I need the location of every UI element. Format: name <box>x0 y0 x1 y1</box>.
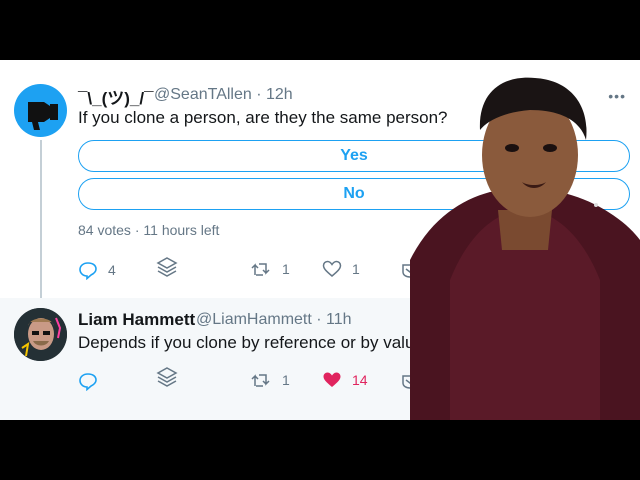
layers-icon <box>156 257 178 277</box>
stack-button[interactable] <box>156 256 178 280</box>
poll-meta: 84 votes · 11 hours left <box>78 222 220 238</box>
author-name[interactable]: Liam Hammett <box>78 310 195 330</box>
tweet-time[interactable]: 11h <box>326 311 352 328</box>
retweet-icon <box>251 263 270 276</box>
retweet-button[interactable]: 1 <box>250 260 290 278</box>
person-overlay <box>410 77 640 420</box>
like-button[interactable]: 1 <box>322 260 360 278</box>
avatar-sean[interactable] <box>14 84 67 137</box>
reply-icon <box>79 373 97 391</box>
retweet-count: 1 <box>282 261 290 277</box>
avatar-liam[interactable] <box>14 308 67 361</box>
like-count: 1 <box>352 261 360 277</box>
reply-count: 4 <box>108 262 116 278</box>
thread-line <box>40 140 42 300</box>
retweet-icon <box>251 374 270 387</box>
heart-filled-icon <box>323 372 341 387</box>
author-handle[interactable]: @SeanTAllen · 12h <box>154 86 293 104</box>
reply-button[interactable]: 4 <box>78 260 116 280</box>
reply-icon <box>79 262 97 280</box>
retweet-button[interactable]: 1 <box>250 371 290 389</box>
heart-icon <box>322 260 342 277</box>
like-button[interactable]: 14 <box>322 371 368 389</box>
layers-icon <box>156 367 178 387</box>
like-count: 14 <box>352 372 368 388</box>
thumb-down-icon <box>28 102 58 130</box>
reply-button[interactable] <box>78 371 98 391</box>
author-name[interactable]: ¯\_(ツ)_/¯ <box>78 84 153 109</box>
author-handle[interactable]: @LiamHammett · 11h <box>196 311 352 329</box>
tweet-time[interactable]: 12h <box>266 86 293 103</box>
retweet-count: 1 <box>282 372 290 388</box>
stack-button[interactable] <box>156 366 178 390</box>
face-avatar-icon <box>14 308 67 361</box>
tweet-text: If you clone a person, are they the same… <box>78 108 448 127</box>
tweet-text: Depends if you clone by reference or by … <box>78 333 424 352</box>
